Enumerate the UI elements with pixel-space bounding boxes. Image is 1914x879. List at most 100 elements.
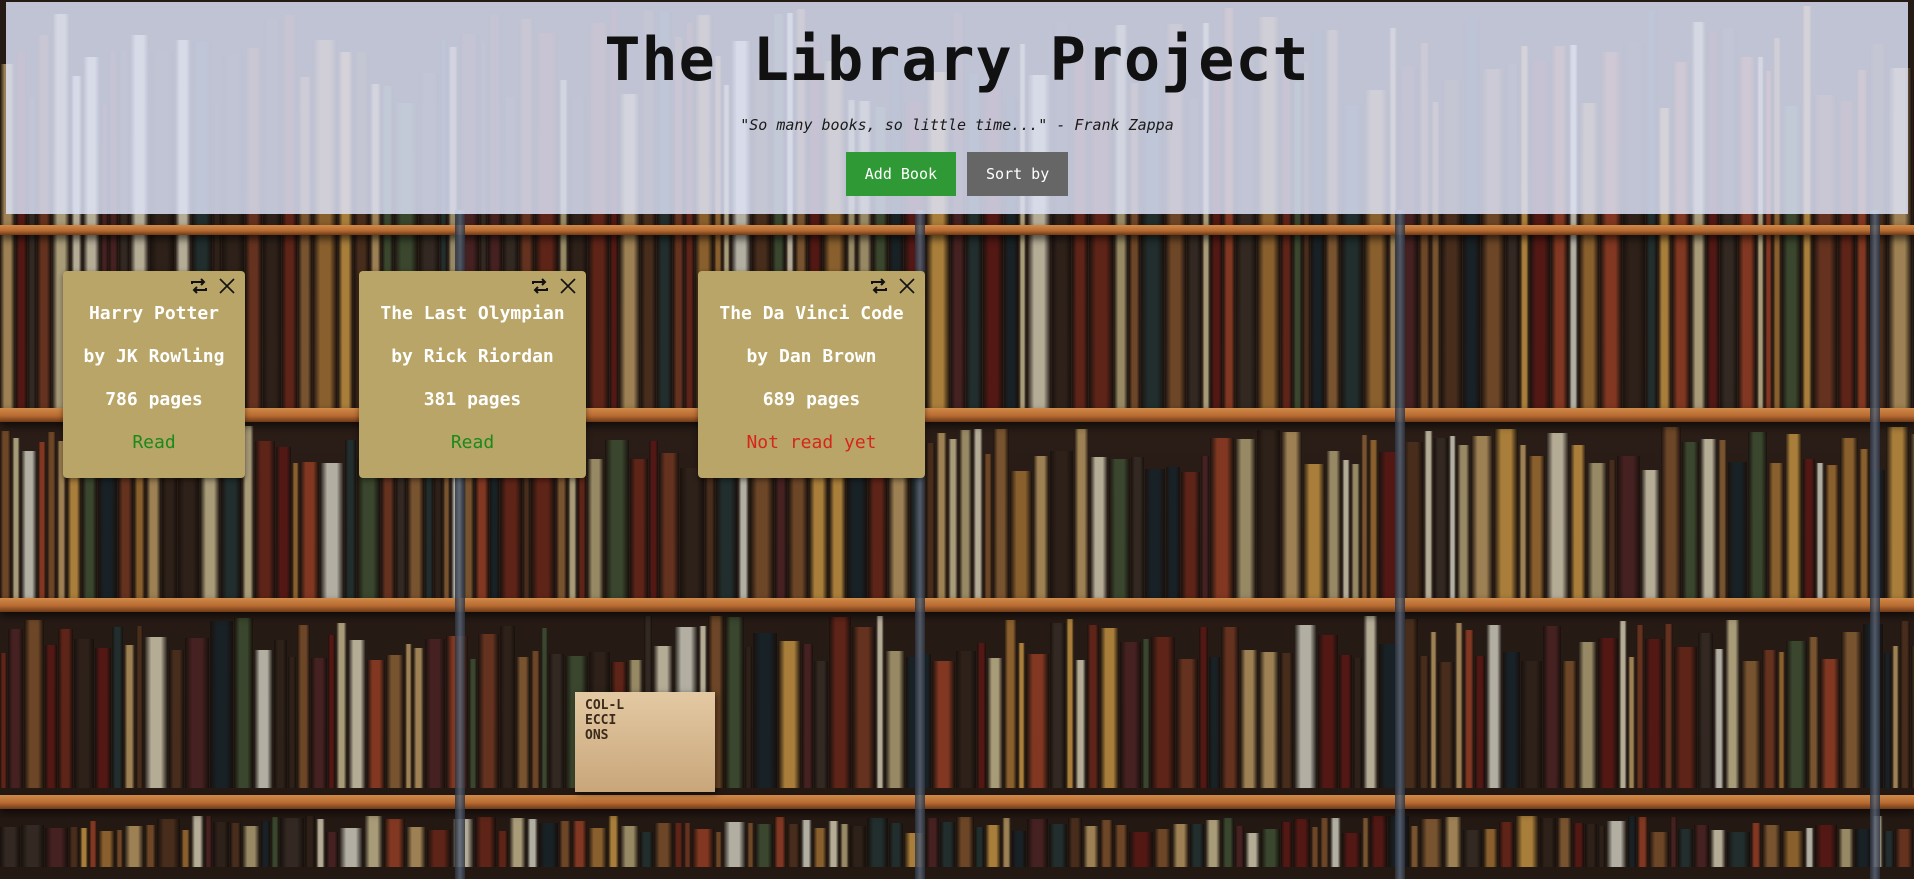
shelf-plank xyxy=(0,795,1914,809)
book-spine xyxy=(95,648,111,788)
book-spine xyxy=(1430,632,1437,788)
book-spine xyxy=(1280,653,1293,788)
close-icon[interactable] xyxy=(897,276,917,296)
book-spine xyxy=(509,818,526,867)
book-spine xyxy=(828,821,839,867)
swap-icon[interactable] xyxy=(869,276,889,296)
close-icon[interactable] xyxy=(558,276,578,296)
book-spine xyxy=(1145,469,1165,598)
book-spine xyxy=(850,826,866,867)
book-spine xyxy=(124,645,135,788)
book-spine xyxy=(1172,824,1189,867)
book-spine xyxy=(1816,463,1824,598)
book-spine xyxy=(1855,829,1871,867)
book-spine xyxy=(705,458,715,598)
book-spine xyxy=(840,824,849,867)
book-spine xyxy=(680,468,704,598)
book-spine xyxy=(478,634,499,788)
shelf-row-bottom xyxy=(0,810,1914,879)
book-spine xyxy=(715,832,722,867)
book-spine xyxy=(1741,661,1761,788)
book-spine xyxy=(1587,463,1607,598)
book-spine xyxy=(1419,656,1429,788)
book-spine xyxy=(1318,635,1338,788)
book-author: by JK Rowling xyxy=(83,346,225,367)
book-spine xyxy=(814,661,828,788)
book-spine xyxy=(144,637,168,788)
book-spine xyxy=(774,817,786,867)
book-author: by Dan Brown xyxy=(746,346,877,367)
book-spine xyxy=(1483,829,1498,867)
card-actions xyxy=(530,276,578,296)
book-spine xyxy=(146,467,161,598)
book-spine xyxy=(1725,620,1740,788)
book-title: The Da Vinci Code xyxy=(719,303,904,324)
book-author: by Rick Riordan xyxy=(391,346,554,367)
book-spine xyxy=(1825,465,1839,598)
book-spine xyxy=(572,821,587,867)
book-spine xyxy=(1892,646,1899,788)
book-spine xyxy=(531,651,540,788)
book-spine xyxy=(242,826,260,867)
book-spine xyxy=(1240,650,1258,788)
book-spine xyxy=(145,825,156,867)
card-actions xyxy=(869,276,917,296)
book-spine xyxy=(234,618,253,788)
book-spine xyxy=(1444,817,1462,867)
book-spine xyxy=(185,638,209,788)
book-spine xyxy=(1515,816,1539,867)
book-spine xyxy=(230,823,241,867)
book-spine xyxy=(987,658,1003,788)
book-spine xyxy=(178,458,199,598)
book-spine xyxy=(852,627,875,788)
book-spine xyxy=(1410,826,1419,867)
book-spine xyxy=(1330,818,1341,867)
sort-by-button[interactable]: Sort by xyxy=(967,152,1069,196)
swap-icon[interactable] xyxy=(189,276,209,296)
book-spine xyxy=(210,621,233,788)
swap-icon[interactable] xyxy=(530,276,550,296)
add-book-button[interactable]: Add Book xyxy=(845,152,957,196)
book-spine xyxy=(1641,470,1660,598)
book-spine xyxy=(747,823,754,867)
book-spine xyxy=(1068,818,1082,867)
book-spine xyxy=(1293,819,1310,867)
book-spine xyxy=(1109,459,1130,598)
book-spine xyxy=(348,640,366,788)
book-spine xyxy=(684,823,691,867)
book-spine xyxy=(940,822,955,867)
book-spine xyxy=(136,626,143,788)
book-spine xyxy=(1573,823,1584,867)
book-spine xyxy=(1455,623,1463,788)
book-spine xyxy=(1678,829,1693,867)
book-spine xyxy=(725,617,744,788)
book-spine xyxy=(1010,471,1032,598)
book-spine xyxy=(336,623,347,788)
book-spine xyxy=(1503,652,1520,788)
book-spine xyxy=(1762,825,1781,867)
book-spine xyxy=(1841,632,1862,788)
book-spine xyxy=(802,644,813,788)
shelf-row-lower xyxy=(0,610,1914,800)
book-spine xyxy=(1353,658,1362,788)
book-spine xyxy=(181,830,190,867)
book-spine xyxy=(1049,824,1067,867)
book-spine xyxy=(1087,625,1099,788)
book-spine xyxy=(1075,660,1086,788)
book-spine xyxy=(427,830,451,867)
book-spine xyxy=(867,818,888,867)
book-spine xyxy=(405,644,412,788)
book-spine xyxy=(169,650,184,788)
book-spine xyxy=(58,629,73,788)
book-spine xyxy=(74,639,94,788)
book-spine xyxy=(1768,463,1784,598)
book-spine xyxy=(406,827,426,867)
shelf-plank xyxy=(0,225,1914,235)
book-spine xyxy=(1628,657,1635,788)
book-spine xyxy=(1670,817,1677,867)
book-spine xyxy=(1598,826,1605,867)
book-spine xyxy=(1281,822,1292,867)
book-spine xyxy=(1100,628,1119,788)
book-spine xyxy=(320,463,344,598)
close-icon[interactable] xyxy=(217,276,237,296)
